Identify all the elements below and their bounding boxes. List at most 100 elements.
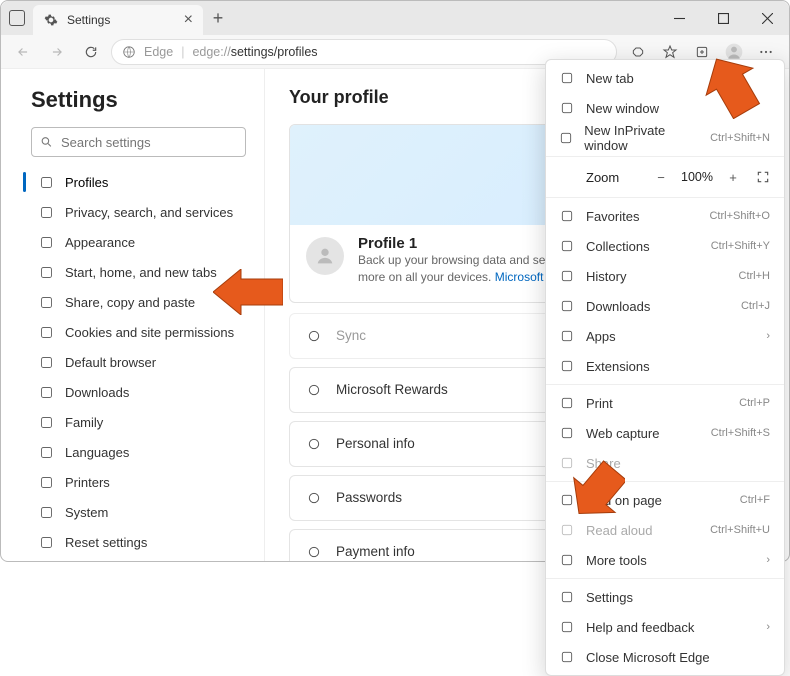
sidebar-item-icon [37,325,55,340]
sidebar-item[interactable]: Reset settings [31,527,246,557]
menu-item-icon [558,269,576,283]
nav-back[interactable] [9,38,37,66]
sidebar-item[interactable]: Default browser [31,347,246,377]
tab-actions-icon[interactable] [9,10,25,26]
fullscreen-button[interactable] [752,166,774,188]
sidebar-item[interactable]: Privacy, search, and services [31,197,246,227]
menu-item-icon [558,523,576,537]
menu-item-label: Extensions [586,359,650,374]
sidebar-item-label: Start, home, and new tabs [65,265,217,280]
menu-item-label: Share [586,456,621,471]
sidebar-item[interactable]: Share, copy and paste [31,287,246,317]
sidebar-item-icon [37,385,55,400]
menu-item[interactable]: Close Microsoft Edge [546,642,784,672]
avatar [306,237,344,275]
menu-item[interactable]: New window [546,93,784,123]
row-icon [304,436,324,452]
chevron-right-icon: › [766,554,770,566]
menu-item[interactable]: FavoritesCtrl+Shift+O [546,201,784,231]
zoom-out-button[interactable]: − [650,166,672,188]
address-bar[interactable]: Edge | edge://settings/profiles [111,39,617,65]
menu-item[interactable]: Downloads Ctrl+J [546,291,784,321]
menu-item-label: Web capture [586,426,659,441]
menu-item-icon [558,493,576,507]
window-close[interactable] [745,1,789,35]
sidebar-item[interactable]: Appearance [31,227,246,257]
sidebar-item-label: Cookies and site permissions [65,325,234,340]
window-maximize[interactable] [701,1,745,35]
menu-item-label: Find on page [586,493,662,508]
menu-shortcut: Ctrl+J [741,300,770,312]
settings-sidebar: Settings Profiles Privacy, search, and s… [1,69,265,561]
menu-item-icon [558,620,576,634]
tab-close-icon[interactable]: × [184,12,193,28]
sidebar-item[interactable]: Family [31,407,246,437]
tab-title: Settings [67,13,176,27]
menu-shortcut: Ctrl+Shift+O [709,210,770,222]
sidebar-item-icon [37,535,55,550]
sidebar-item[interactable]: Profiles [31,167,246,197]
sidebar-item-label: Languages [65,445,129,460]
sidebar-item-icon [37,415,55,430]
menu-item[interactable]: CollectionsCtrl+Shift+Y [546,231,784,261]
zoom-in-button[interactable]: + [722,166,744,188]
menu-item[interactable]: Help and feedback› [546,612,784,642]
menu-item-icon [558,239,576,253]
sidebar-item-label: Share, copy and paste [65,295,195,310]
menu-item[interactable]: Web capture Ctrl+Shift+S [546,418,784,448]
menu-item-label: Read aloud [586,523,653,538]
sidebar-item[interactable]: Printers [31,467,246,497]
menu-item-icon [558,209,576,223]
sidebar-item[interactable]: Phone and other devices [31,557,246,561]
menu-item[interactable]: Extensions [546,351,784,381]
sidebar-item-label: Reset settings [65,535,147,550]
menu-item[interactable]: More tools › [546,545,784,575]
row-label: Personal info [336,436,415,451]
row-icon [304,382,324,398]
settings-heading: Settings [31,87,246,113]
menu-shortcut: Ctrl+P [739,397,770,409]
chevron-right-icon: › [766,621,770,633]
sidebar-item[interactable]: Cookies and site permissions [31,317,246,347]
menu-item-icon [558,131,574,145]
menu-item[interactable]: New tab [546,63,784,93]
browser-tab[interactable]: Settings × [33,5,203,35]
search-input[interactable] [61,135,237,150]
edge-logo-icon [122,45,136,59]
menu-item-icon [558,426,576,440]
gear-icon [43,13,59,27]
menu-item-label: New window [586,101,659,116]
menu-item[interactable]: Settings [546,582,784,612]
sidebar-item[interactable]: Languages [31,437,246,467]
menu-item[interactable]: Apps› [546,321,784,351]
menu-item[interactable]: Find on pageCtrl+F [546,485,784,515]
menu-item-label: New tab [586,71,634,86]
menu-shortcut: Ctrl+Shift+S [711,427,770,439]
menu-item[interactable]: HistoryCtrl+H [546,261,784,291]
menu-item-icon [558,456,576,470]
menu-item-label: Apps [586,329,616,344]
menu-item-icon [558,650,576,664]
sidebar-item[interactable]: Downloads [31,377,246,407]
sidebar-item-label: Printers [65,475,110,490]
sidebar-item[interactable]: Start, home, and new tabs [31,257,246,287]
menu-item[interactable]: New InPrivate windowCtrl+Shift+N [546,123,784,153]
menu-item: Read aloudCtrl+Shift+U [546,515,784,545]
menu-item-label: Downloads [586,299,650,314]
menu-item-icon [558,553,576,567]
row-label: Payment info [336,544,415,559]
window-minimize[interactable] [657,1,701,35]
settings-search[interactable] [31,127,246,157]
sidebar-item-icon [37,505,55,520]
menu-item[interactable]: Print Ctrl+P [546,388,784,418]
nav-forward[interactable] [43,38,71,66]
sidebar-item[interactable]: System [31,497,246,527]
menu-item-label: Settings [586,590,633,605]
menu-item-label: More tools [586,553,647,568]
row-label: Microsoft Rewards [336,382,448,397]
nav-refresh[interactable] [77,38,105,66]
new-tab-button[interactable]: + [203,8,233,29]
menu-item-icon [558,590,576,604]
menu-item-label: Print [586,396,613,411]
menu-item-label: New InPrivate window [584,123,700,153]
